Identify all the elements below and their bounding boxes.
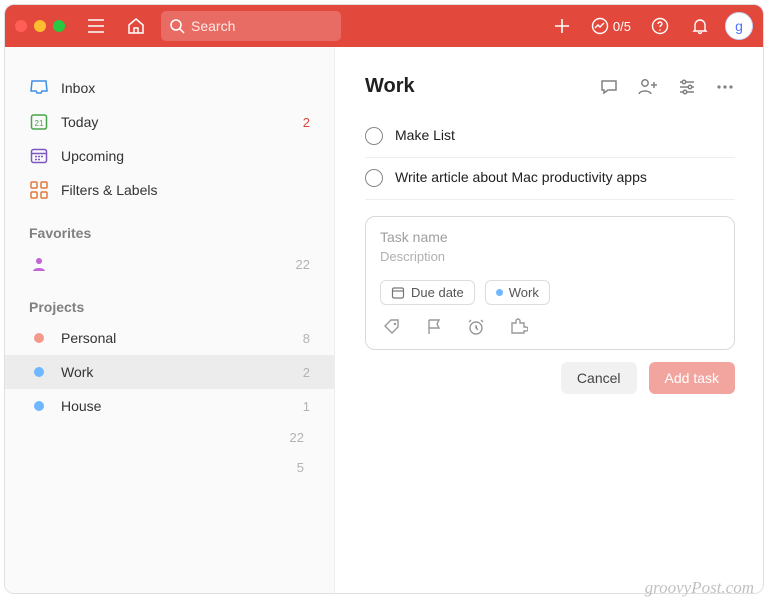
sidebar-item-label: Today xyxy=(61,114,98,130)
calendar-icon xyxy=(29,146,49,166)
home-icon xyxy=(127,17,145,35)
add-button[interactable] xyxy=(547,11,577,41)
favorites-heading: Favorites xyxy=(5,207,334,247)
search-input[interactable] xyxy=(191,18,311,34)
project-dot-icon xyxy=(496,289,503,296)
comment-icon xyxy=(599,77,619,97)
sidebar-item-favorite[interactable]: 22 xyxy=(5,247,334,281)
task-checkbox[interactable] xyxy=(365,169,383,187)
alarm-icon xyxy=(466,317,486,337)
sidebar-stat: 5 xyxy=(5,453,334,483)
productivity-stats[interactable]: 0/5 xyxy=(587,17,635,35)
avatar-initial: g xyxy=(735,18,743,34)
sidebar-item-label: Upcoming xyxy=(61,148,124,164)
task-description-input[interactable] xyxy=(380,247,720,274)
reminder-button[interactable] xyxy=(466,317,486,337)
sidebar-item-label: Inbox xyxy=(61,80,95,96)
person-plus-icon xyxy=(637,77,659,97)
sidebar-project-work[interactable]: Work 2 xyxy=(5,355,334,389)
priority-button[interactable] xyxy=(424,317,444,337)
extension-button[interactable] xyxy=(508,317,528,337)
sidebar-project-house[interactable]: House 1 xyxy=(5,389,334,423)
sidebar-item-today[interactable]: 21 Today 2 xyxy=(5,105,334,139)
task-text: Make List xyxy=(395,126,455,145)
minimize-window[interactable] xyxy=(34,20,46,32)
more-button[interactable] xyxy=(715,77,735,97)
puzzle-icon xyxy=(508,317,528,337)
search-box[interactable] xyxy=(161,11,341,41)
task-name-input[interactable] xyxy=(380,227,720,247)
projects-heading: Projects xyxy=(5,281,334,321)
project-dot-icon xyxy=(29,328,49,348)
sidebar-item-count: 2 xyxy=(303,115,310,130)
view-button[interactable] xyxy=(677,77,697,97)
task-row[interactable]: Make List xyxy=(365,116,735,158)
sidebar-item-inbox[interactable]: Inbox xyxy=(5,71,334,105)
sidebar-item-count: 2 xyxy=(303,365,310,380)
zoom-window[interactable] xyxy=(53,20,65,32)
sliders-icon xyxy=(677,77,697,97)
sidebar-item-upcoming[interactable]: Upcoming xyxy=(5,139,334,173)
sidebar-item-filters[interactable]: Filters & Labels xyxy=(5,173,334,207)
task-row[interactable]: Write article about Mac productivity app… xyxy=(365,158,735,200)
sidebar-item-count: 8 xyxy=(303,331,310,346)
add-task-card: Due date Work xyxy=(365,216,735,350)
tag-icon xyxy=(382,317,402,337)
help-button[interactable] xyxy=(645,11,675,41)
avatar[interactable]: g xyxy=(725,12,753,40)
hamburger-icon xyxy=(87,19,105,33)
add-task-button[interactable]: Add task xyxy=(649,362,735,394)
more-icon xyxy=(715,77,735,97)
task-text: Write article about Mac productivity app… xyxy=(395,168,647,187)
inbox-icon xyxy=(29,78,49,98)
sidebar-item-count: 1 xyxy=(303,399,310,414)
sidebar-project-personal[interactable]: Personal 8 xyxy=(5,321,334,355)
help-icon xyxy=(651,17,669,35)
progress-count: 0/5 xyxy=(613,19,631,34)
flag-icon xyxy=(424,317,444,337)
share-button[interactable] xyxy=(637,77,659,97)
project-dot-icon xyxy=(29,396,49,416)
watermark: groovyPost.com xyxy=(645,578,754,598)
sidebar-item-label: Work xyxy=(61,364,93,380)
person-icon xyxy=(29,254,49,274)
menu-button[interactable] xyxy=(81,11,111,41)
close-window[interactable] xyxy=(15,20,27,32)
chip-label: Work xyxy=(509,285,539,300)
sidebar-item-label: House xyxy=(61,398,101,414)
search-icon xyxy=(169,18,185,34)
cancel-button[interactable]: Cancel xyxy=(561,362,637,394)
plus-icon xyxy=(553,17,571,35)
calendar-today-icon: 21 xyxy=(29,112,49,132)
page-title: Work xyxy=(365,75,415,98)
notifications-button[interactable] xyxy=(685,11,715,41)
calendar-small-icon xyxy=(391,286,405,300)
chip-label: Due date xyxy=(411,285,464,300)
project-dot-icon xyxy=(29,362,49,382)
home-button[interactable] xyxy=(121,11,151,41)
sidebar-item-label: Filters & Labels xyxy=(61,182,157,198)
window-controls xyxy=(15,20,65,32)
label-button[interactable] xyxy=(382,317,402,337)
svg-text:21: 21 xyxy=(35,119,44,128)
bell-icon xyxy=(691,17,709,35)
sidebar-item-label: Personal xyxy=(61,330,116,346)
sidebar-stat: 22 xyxy=(5,423,334,453)
progress-icon xyxy=(591,17,609,35)
sidebar-item-count: 22 xyxy=(296,257,310,272)
task-checkbox[interactable] xyxy=(365,127,383,145)
comments-button[interactable] xyxy=(599,77,619,97)
project-chip[interactable]: Work xyxy=(485,280,550,305)
due-date-chip[interactable]: Due date xyxy=(380,280,475,305)
grid-icon xyxy=(29,180,49,200)
